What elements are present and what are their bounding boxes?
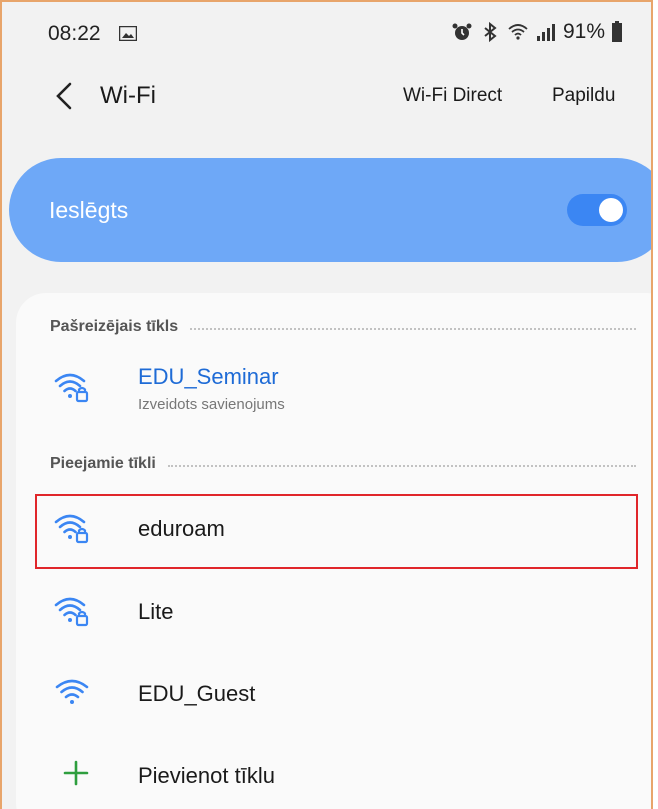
screen: 08:22 91% Wi-Fi Wi-Fi Direct Papildu Ies… <box>0 0 653 809</box>
network-row-eduroam[interactable]: eduroam <box>16 492 651 570</box>
signal-icon <box>536 24 555 41</box>
section-label-available: Pieejamie tīkli <box>50 455 156 472</box>
network-name: EDU_Guest <box>138 681 256 706</box>
network-name: Lite <box>138 599 174 624</box>
wifi-icon <box>55 679 89 704</box>
wifi-master-toggle-row[interactable]: Ieslēgts <box>9 158 651 262</box>
section-header-current: Pašreizējais tīkls <box>50 318 636 336</box>
section-divider <box>190 328 636 330</box>
network-row-edu-guest[interactable]: EDU_Guest <box>16 655 651 733</box>
network-row-lite[interactable]: Lite <box>16 573 651 651</box>
alarm-icon <box>452 23 472 40</box>
wifi-status-icon <box>508 24 528 40</box>
wifi-locked-icon <box>54 514 89 544</box>
battery-percent: 91% <box>562 20 605 43</box>
add-network-row[interactable]: Pievienot tīklu <box>16 735 651 809</box>
battery-icon <box>612 21 622 42</box>
network-list-card: Pašreizējais tīkls EDU_Seminar Izveidots… <box>16 293 651 809</box>
status-time: 08:22 <box>48 22 101 45</box>
current-network-name: EDU_Seminar <box>138 364 279 389</box>
status-bar: 08:22 91% <box>2 2 651 66</box>
section-label-current: Pašreizējais tīkls <box>50 318 179 335</box>
current-network-status: Izveidots savienojums <box>138 396 285 413</box>
wifi-switch[interactable] <box>567 194 627 226</box>
network-name: eduroam <box>138 516 225 541</box>
more-options-button[interactable]: Papildu <box>552 85 615 107</box>
plus-icon <box>63 760 89 786</box>
status-icons: 91% <box>451 20 623 44</box>
wifi-toggle-label: Ieslēgts <box>49 197 129 223</box>
wifi-locked-icon <box>54 597 89 627</box>
switch-knob <box>599 198 623 222</box>
back-arrow-icon[interactable] <box>52 81 76 111</box>
section-divider <box>167 465 636 467</box>
gallery-icon <box>119 26 137 41</box>
add-network-label: Pievienot tīklu <box>138 763 275 788</box>
bluetooth-icon <box>484 21 497 43</box>
section-header-available: Pieejamie tīkli <box>50 455 636 473</box>
current-network-row[interactable]: EDU_Seminar Izveidots savienojums <box>16 351 651 429</box>
wifi-locked-icon <box>54 373 89 403</box>
app-bar: Wi-Fi Wi-Fi Direct Papildu <box>2 66 651 126</box>
wifi-direct-button[interactable]: Wi-Fi Direct <box>403 85 502 107</box>
page-title: Wi-Fi <box>100 82 156 109</box>
